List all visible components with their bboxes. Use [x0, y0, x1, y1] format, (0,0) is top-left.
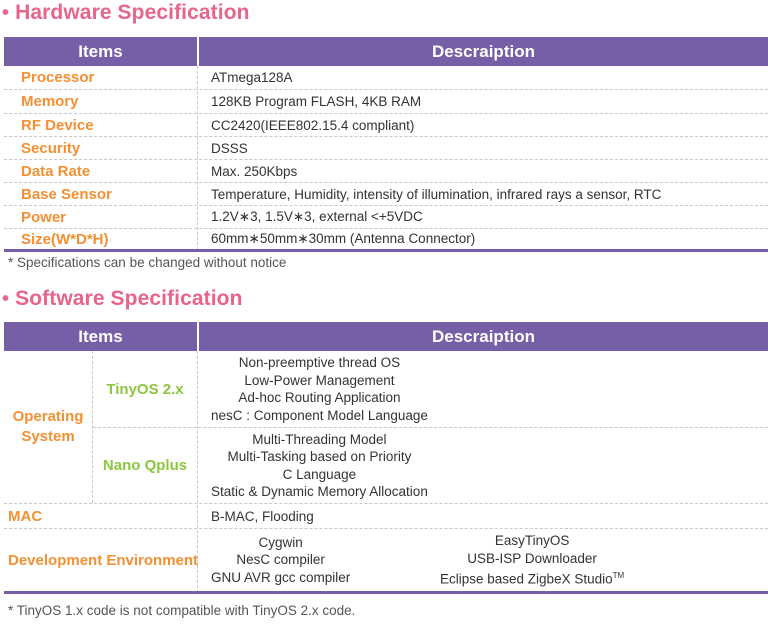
os-group-name: TinyOS 2.x	[106, 380, 184, 398]
hardware-title-text: Hardware Specification	[15, 1, 250, 24]
feature-line: Multi-Threading Model	[252, 431, 387, 447]
software-section-title: • Software Specification	[2, 287, 243, 311]
table-row: RF Device CC2420(IEEE802.15.4 compliant)	[4, 114, 768, 137]
software-note: * TinyOS 1.x code is not compatible with…	[8, 603, 356, 618]
os-group-lines: Non-preemptive thread OS Low-Power Manag…	[211, 351, 428, 427]
feature-line: Static & Dynamic Memory Allocation	[211, 484, 428, 499]
row-description: Max. 250Kbps	[211, 163, 298, 179]
software-title-text: Software Specification	[15, 287, 243, 310]
os-group-nanoqplus: Nano Qplus Multi-Threading Model Multi-T…	[93, 428, 768, 503]
bullet-icon: •	[2, 2, 10, 24]
os-group-tinyos: TinyOS 2.x Non-preemptive thread OS Low-…	[93, 351, 768, 428]
dev-env-col1: Cygwin NesC compiler GNU AVR gcc compile…	[211, 529, 350, 591]
hardware-table-header: Items Descraiption	[4, 37, 768, 66]
os-group-lines: Multi-Threading Model Multi-Tasking base…	[211, 428, 428, 503]
row-description: 128KB Program FLASH, 4KB RAM	[211, 94, 422, 109]
table-row: Base Sensor Temperature, Humidity, inten…	[4, 183, 768, 206]
row-item: Size(W*D*H)	[21, 230, 109, 248]
row-description: 1.2V∗3, 1.5V∗3, external <+5VDC	[211, 209, 423, 224]
table-row-dev-env: Development Environment Cygwin NesC comp…	[4, 529, 768, 594]
table-row: Memory 128KB Program FLASH, 4KB RAM	[4, 90, 768, 114]
tool-line: Eclipse based ZigbeX StudioTM	[440, 567, 624, 588]
tool-line: NesC compiler	[236, 552, 325, 568]
tool-line: GNU AVR gcc compiler	[211, 569, 351, 585]
header-description: Descraiption	[197, 37, 768, 66]
row-item: Data Rate	[21, 162, 91, 180]
feature-line: C Language	[282, 466, 357, 482]
row-description: ATmega128A	[211, 70, 293, 85]
row-item: Processor	[21, 69, 95, 86]
feature-line: Ad-hoc Routing Application	[238, 390, 401, 405]
row-item: Base Sensor	[21, 185, 112, 203]
table-row-mac: MAC B-MAC, Flooding	[4, 504, 768, 529]
tool-line: USB-ISP Downloader	[467, 550, 597, 566]
tool-line: EasyTinyOS	[494, 533, 570, 548]
software-table-header: Items Descraiption	[4, 322, 768, 351]
row-item: Development Environment	[8, 551, 199, 569]
dev-env-col2: EasyTinyOS USB-ISP Downloader Eclipse ba…	[440, 529, 624, 591]
header-items: Items	[78, 42, 123, 61]
trademark-mark: TM	[612, 571, 625, 580]
header-items: Items	[78, 327, 123, 346]
table-row: Processor ATmega128A	[4, 66, 768, 90]
row-description: DSSS	[211, 140, 248, 156]
feature-line: Non-preemptive thread OS	[238, 355, 401, 370]
row-item: Memory	[21, 93, 79, 110]
bullet-icon: •	[2, 288, 10, 310]
tool-line: Cygwin	[258, 534, 303, 550]
header-description: Descraiption	[197, 322, 768, 351]
row-item: Power	[21, 208, 67, 226]
hardware-note: * Specifications can be changed without …	[8, 255, 287, 270]
tool-name: Eclipse based ZigbeX Studio	[440, 571, 613, 587]
row-description: B-MAC, Flooding	[211, 508, 314, 524]
feature-line: Multi-Tasking based on Priority	[227, 449, 412, 464]
os-group-name: Nano Qplus	[102, 457, 188, 474]
row-item: Security	[21, 139, 81, 157]
row-description: CC2420(IEEE802.15.4 compliant)	[211, 117, 415, 133]
os-label: Operating System	[4, 351, 92, 503]
row-description: Temperature, Humidity, intensity of illu…	[211, 186, 662, 202]
row-item: RF Device	[21, 116, 94, 134]
table-row: Power 1.2V∗3, 1.5V∗3, external <+5VDC	[4, 206, 768, 229]
table-row: Size(W*D*H) 60mm∗50mm∗30mm (Antenna Conn…	[4, 229, 768, 252]
table-row: Security DSSS	[4, 137, 768, 160]
row-item: MAC	[8, 507, 43, 525]
os-label-line2: System	[21, 428, 75, 445]
table-row: Data Rate Max. 250Kbps	[4, 160, 768, 183]
feature-line: nesC : Component Model Language	[211, 407, 428, 423]
os-label-line1: Operating	[12, 408, 84, 425]
feature-line: Low-Power Management	[244, 372, 395, 388]
hardware-section-title: • Hardware Specification	[2, 1, 250, 25]
row-description: 60mm∗50mm∗30mm (Antenna Connector)	[211, 231, 476, 246]
